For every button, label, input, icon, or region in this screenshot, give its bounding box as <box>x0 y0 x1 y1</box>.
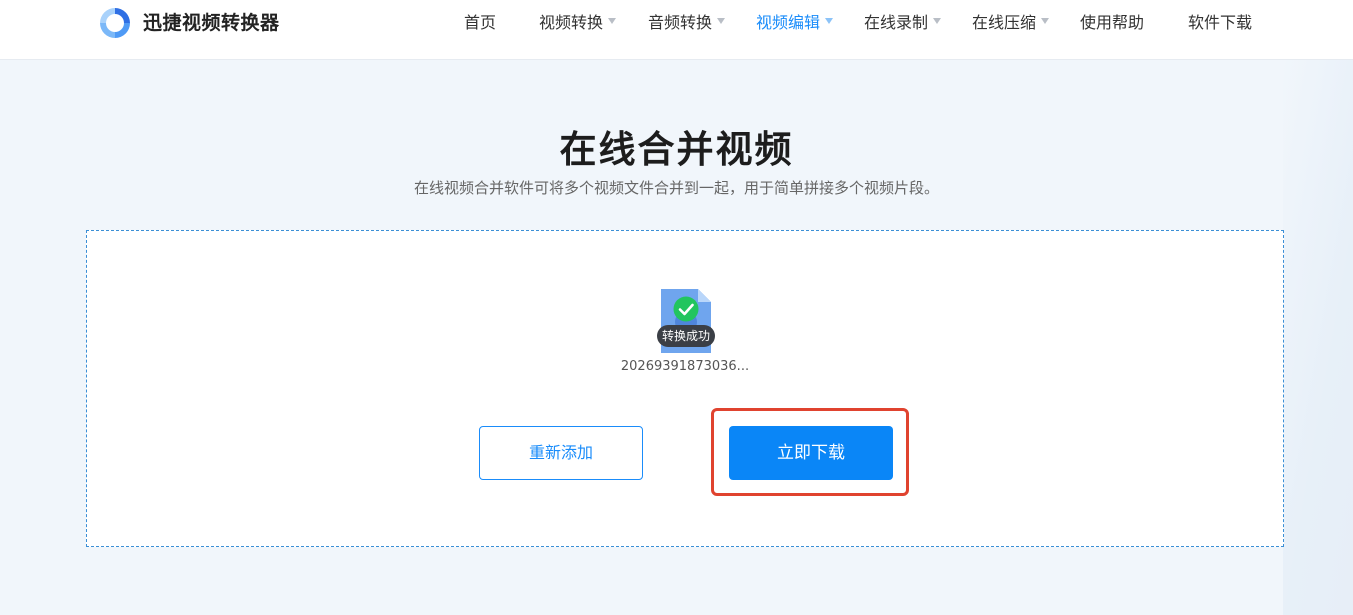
nav-item-video-convert[interactable]: 视频转换 <box>539 12 617 36</box>
nav-item-label: 音频转换 <box>648 13 713 32</box>
nav-item-label: 视频转换 <box>539 13 604 32</box>
nav-item-label: 视频编辑 <box>756 13 821 32</box>
page-subtitle: 在线视频合并软件可将多个视频文件合并到一起，用于简单拼接多个视频片段。 <box>413 179 939 197</box>
page-title: 在线合并视频 <box>559 128 794 171</box>
caret-down-icon <box>933 18 942 24</box>
caret-down-icon <box>825 18 834 24</box>
nav-item-home[interactable]: 首页 <box>464 12 496 36</box>
file-name: 20269391873036... <box>620 359 750 374</box>
nav-item-label: 在线录制 <box>864 13 929 32</box>
nav-item-label: 首页 <box>464 13 497 32</box>
download-now-button[interactable]: 立即下载 <box>729 426 893 480</box>
nav-item-label: 使用帮助 <box>1080 13 1145 32</box>
nav-item-audio-convert[interactable]: 音频转换 <box>648 12 726 36</box>
nav-item-online-record[interactable]: 在线录制 <box>864 12 942 36</box>
readd-button[interactable]: 重新添加 <box>479 426 643 480</box>
nav-item-label: 软件下载 <box>1188 13 1253 32</box>
file-drop-zone[interactable] <box>86 230 1284 547</box>
nav-item-online-compress[interactable]: 在线压缩 <box>972 12 1050 36</box>
nav-item-help[interactable]: 使用帮助 <box>1080 12 1144 36</box>
nav-item-video-edit[interactable]: 视频编辑 <box>756 12 834 36</box>
nav-item-software-download[interactable]: 软件下载 <box>1188 12 1252 36</box>
top-navigation-bar: 迅捷视频转换器 首页 视频转换 音频转换 视频编辑 在线录制 在线压缩 使用帮助… <box>0 0 1353 60</box>
caret-down-icon <box>1041 18 1050 24</box>
caret-down-icon <box>717 18 726 24</box>
status-badge: 转换成功 <box>657 325 715 347</box>
check-circle-icon <box>673 296 699 322</box>
nav-item-label: 在线压缩 <box>972 13 1037 32</box>
main-nav: 首页 视频转换 音频转换 视频编辑 在线录制 在线压缩 使用帮助 软件下载 <box>0 12 1353 36</box>
caret-down-icon <box>608 18 617 24</box>
